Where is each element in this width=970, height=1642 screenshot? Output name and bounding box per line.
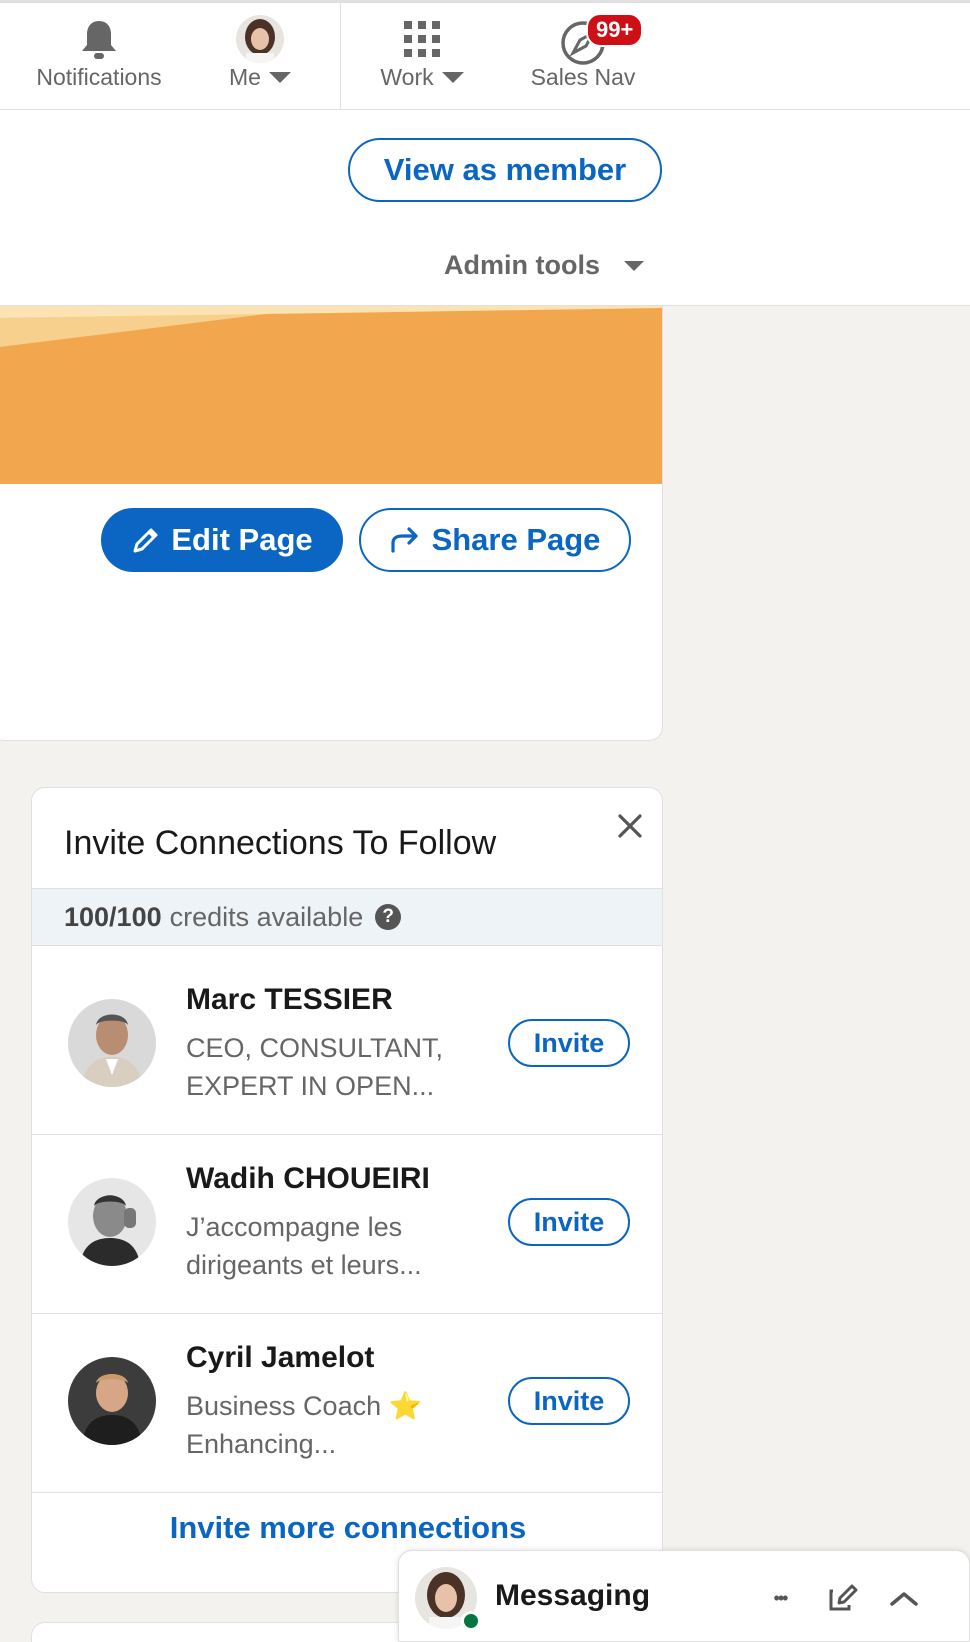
credits-label: credits available (169, 901, 364, 932)
view-as-member-button[interactable]: View as member (348, 138, 662, 202)
me-avatar (236, 15, 284, 63)
avatar (68, 1178, 156, 1266)
pencil-icon (133, 528, 158, 553)
nav-sales-nav-label: Sales Nav (530, 64, 636, 90)
close-icon[interactable] (614, 810, 646, 842)
nav-divider (340, 3, 341, 111)
person-headline: CEO, CONSULTANT, EXPERT IN OPEN... (186, 1033, 444, 1101)
help-icon[interactable]: ? (375, 904, 402, 930)
avatar (68, 999, 156, 1087)
nav-work[interactable]: Work (372, 13, 472, 103)
credits-bar: 100/100 credits available ? (32, 888, 662, 946)
page-card: Edit Page Share Page (0, 306, 663, 741)
invite-button[interactable]: Invite (508, 1019, 630, 1067)
person-headline: Business Coach ⭐ Enhancing... (186, 1391, 423, 1459)
bell-icon (82, 21, 116, 59)
grid-icon (404, 21, 440, 57)
list-item: Cyril Jamelot Business Coach ⭐ Enhancing… (32, 1305, 662, 1493)
chevron-down-icon (624, 260, 644, 271)
admin-tools-label: Admin tools (444, 250, 600, 280)
person-name[interactable]: Wadih CHOUEIRI (186, 1162, 430, 1196)
avatar (68, 1357, 156, 1445)
share-page-button[interactable]: Share Page (359, 508, 631, 572)
person-name[interactable]: Cyril Jamelot (186, 1341, 374, 1375)
list-item: Marc TESSIER CEO, CONSULTANT, EXPERT IN … (32, 947, 662, 1135)
online-status-indicator (461, 1611, 481, 1631)
invite-card-title: Invite Connections To Follow (64, 824, 497, 862)
invite-button[interactable]: Invite (508, 1377, 630, 1425)
admin-tools-dropdown[interactable]: Admin tools (444, 250, 644, 281)
invite-connections-card: Invite Connections To Follow 100/100 cre… (31, 787, 663, 1593)
nav-work-label: Work (380, 64, 434, 90)
credits-count: 100/100 (64, 901, 162, 932)
list-item: Wadih CHOUEIRI J’accompagne les dirigean… (32, 1126, 662, 1314)
next-card (31, 1622, 411, 1642)
chevron-down-icon (441, 72, 464, 83)
cover-stripe (0, 306, 662, 347)
edit-page-button[interactable]: Edit Page (101, 508, 343, 572)
chevron-down-icon (268, 72, 291, 83)
compose-icon[interactable] (825, 1581, 859, 1615)
nav-notifications[interactable]: Notifications (28, 13, 170, 103)
nav-me-label: Me (229, 64, 261, 90)
share-arrow-icon (390, 527, 418, 553)
chevron-up-icon[interactable] (887, 1581, 921, 1615)
more-options-icon[interactable]: ••• (763, 1581, 797, 1615)
share-page-label: Share Page (431, 522, 601, 557)
edit-page-label: Edit Page (171, 522, 313, 557)
messaging-label: Messaging (495, 1579, 651, 1612)
messaging-bar[interactable]: Messaging ••• (398, 1550, 970, 1642)
invite-more-connections-link[interactable]: Invite more connections (32, 1510, 662, 1546)
nav-notifications-label: Notifications (36, 64, 162, 90)
person-headline: J’accompagne les dirigeants et leurs... (186, 1212, 422, 1280)
invite-button[interactable]: Invite (508, 1198, 630, 1246)
nav-me[interactable]: Me (210, 13, 310, 103)
person-name[interactable]: Marc TESSIER (186, 983, 393, 1017)
cover-image (0, 306, 662, 484)
top-nav: Notifications Me Work Sales Nav 99+ (0, 0, 970, 111)
notification-badge: 99+ (586, 13, 644, 47)
